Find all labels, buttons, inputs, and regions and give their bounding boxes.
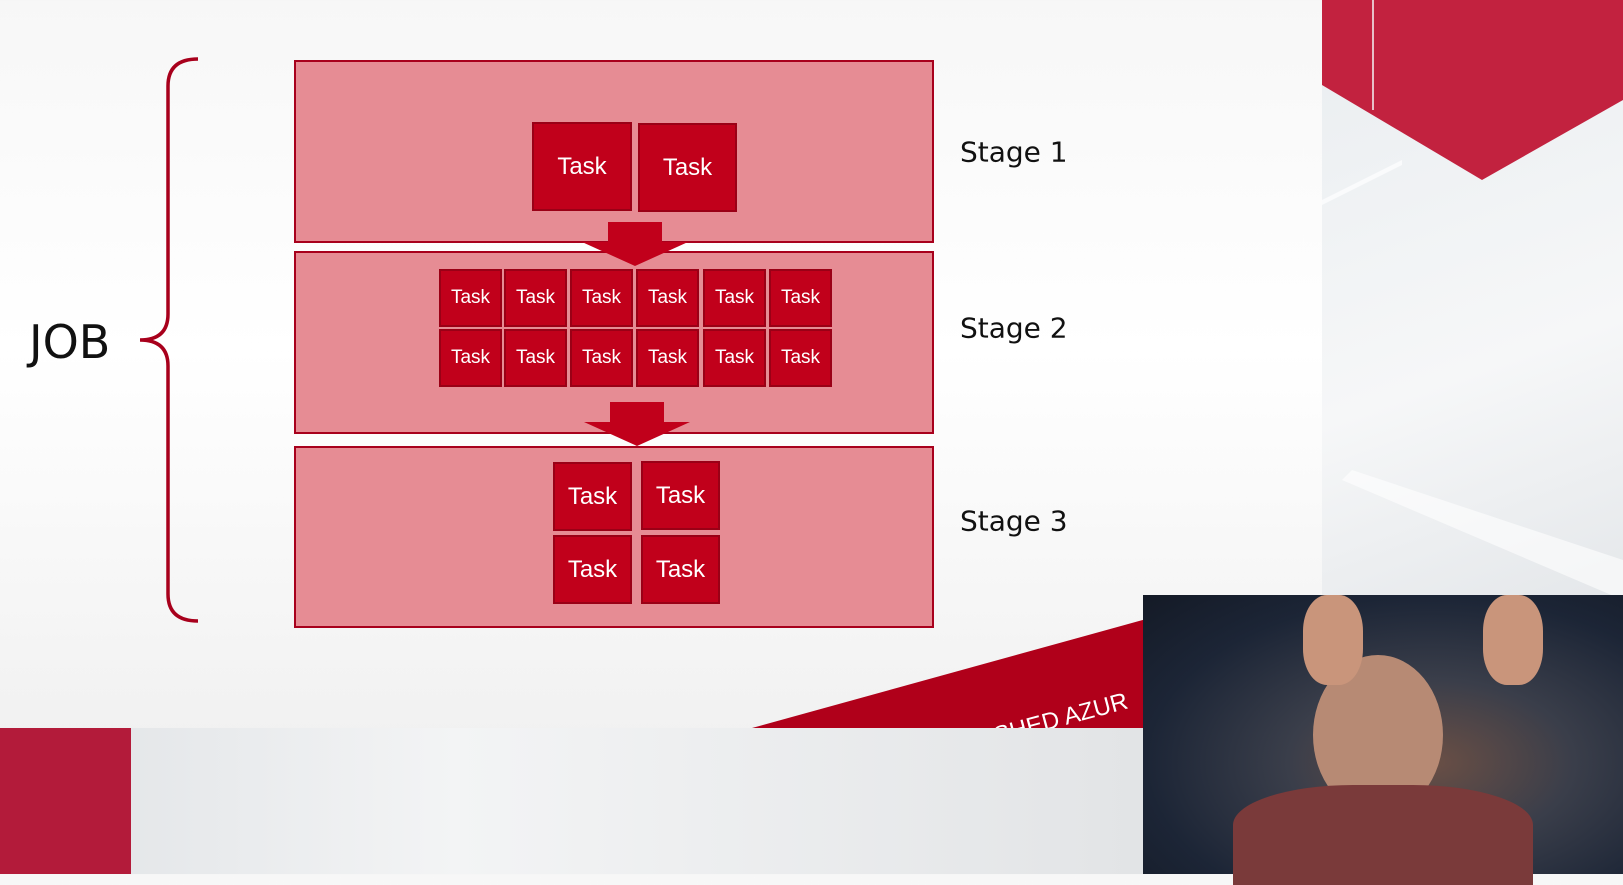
task-box: Task — [703, 269, 766, 327]
task-box: Task — [570, 269, 633, 327]
task-box: Task — [769, 269, 832, 327]
curly-brace — [139, 57, 199, 623]
task-box: Task — [504, 329, 567, 387]
task-box: Task — [570, 329, 633, 387]
down-arrow-icon — [584, 402, 690, 446]
task-box: Task — [636, 269, 699, 327]
task-box: Task — [641, 535, 720, 604]
task-box: Task — [703, 329, 766, 387]
stage-3-label: Stage 3 — [960, 504, 1068, 538]
stage-1-label: Stage 1 — [960, 135, 1068, 169]
stage-2-label: Stage 2 — [960, 311, 1068, 345]
task-box: Task — [636, 329, 699, 387]
task-box: Task — [439, 269, 502, 327]
presenter-hand-left — [1303, 595, 1363, 685]
task-box: Task — [553, 462, 632, 531]
bottom-band — [0, 728, 1143, 874]
job-label: JOB — [29, 315, 111, 369]
down-arrow-icon — [582, 222, 688, 266]
webcam-video — [1143, 595, 1623, 885]
task-box: Task — [553, 535, 632, 604]
task-box: Task — [532, 122, 632, 211]
task-box: Task — [638, 123, 737, 212]
task-box: Task — [641, 461, 720, 530]
hexagon-decoration — [1322, 0, 1623, 600]
bottom-left-red-block — [0, 728, 131, 874]
task-box: Task — [439, 329, 502, 387]
task-box: Task — [504, 269, 567, 327]
presenter-hand-right — [1483, 595, 1543, 685]
task-box: Task — [769, 329, 832, 387]
presenter-body — [1233, 785, 1533, 885]
